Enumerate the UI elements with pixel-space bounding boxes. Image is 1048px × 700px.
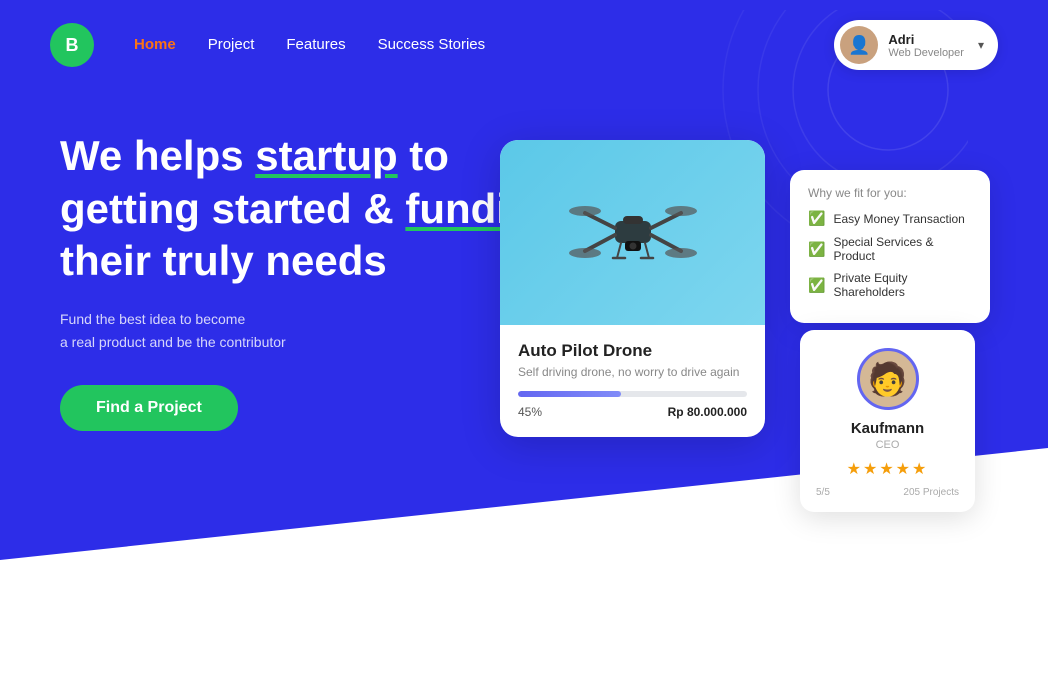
why-fit-title: Why we fit for you:	[808, 186, 972, 200]
project-image	[500, 140, 765, 325]
avatar: 👤	[840, 26, 878, 64]
nav-home[interactable]: Home	[134, 36, 176, 53]
nav-links: Home Project Features Success Stories	[134, 36, 834, 54]
progress-percent: 45%	[518, 405, 542, 419]
nav-features[interactable]: Features	[286, 36, 345, 53]
person-avatar: 🧑	[857, 348, 919, 410]
drone-illustration	[563, 163, 703, 303]
navbar: B Home Project Features Success Stories …	[0, 0, 1048, 90]
person-name: Kaufmann	[816, 420, 959, 437]
hero-section: We helps startup togetting started & fun…	[60, 130, 559, 431]
project-title: Auto Pilot Drone	[518, 341, 747, 361]
chevron-down-icon: ▾	[978, 38, 984, 52]
person-role: CEO	[816, 439, 959, 451]
project-card: Auto Pilot Drone Self driving drone, no …	[500, 140, 765, 437]
check-icon-1: ✅	[808, 210, 825, 227]
user-role: Web Developer	[888, 47, 964, 59]
user-badge[interactable]: 👤 Adri Web Developer ▾	[834, 20, 998, 70]
logo[interactable]: B	[50, 23, 94, 67]
find-project-button[interactable]: Find a Project	[60, 385, 238, 431]
why-fit-item-3: ✅ Private Equity Shareholders	[808, 271, 972, 299]
why-fit-item-2: ✅ Special Services & Product	[808, 235, 972, 263]
user-info: Adri Web Developer	[888, 32, 964, 59]
headline-suffix: their truly needs	[60, 237, 387, 284]
hero-headline: We helps startup togetting started & fun…	[60, 130, 559, 288]
why-fit-label-1: Easy Money Transaction	[833, 212, 964, 226]
person-card: 🧑 Kaufmann CEO ★★★★★ 5/5 205 Projects	[800, 330, 975, 512]
person-avatar-icon: 🧑	[868, 360, 908, 398]
user-name: Adri	[888, 32, 964, 47]
why-fit-card: Why we fit for you: ✅ Easy Money Transac…	[790, 170, 990, 323]
headline-prefix: We helps	[60, 132, 255, 179]
nav-success-stories[interactable]: Success Stories	[378, 36, 486, 53]
person-score: 5/5	[816, 487, 830, 498]
check-icon-3: ✅	[808, 277, 825, 294]
person-projects: 205 Projects	[903, 487, 959, 498]
person-stars: ★★★★★	[816, 459, 959, 479]
nav-project[interactable]: Project	[208, 36, 255, 53]
person-meta: 5/5 205 Projects	[816, 487, 959, 498]
project-meta: 45% Rp 80.000.000	[518, 405, 747, 419]
headline-startup: startup	[255, 132, 397, 179]
check-icon-2: ✅	[808, 241, 825, 258]
why-fit-label-3: Private Equity Shareholders	[833, 271, 972, 299]
progress-fill	[518, 391, 621, 397]
project-description: Self driving drone, no worry to drive ag…	[518, 365, 747, 379]
why-fit-item-1: ✅ Easy Money Transaction	[808, 210, 972, 227]
hero-subtitle: Fund the best idea to become a real prod…	[60, 308, 559, 356]
project-amount: Rp 80.000.000	[668, 405, 747, 419]
why-fit-label-2: Special Services & Product	[833, 235, 972, 263]
project-card-body: Auto Pilot Drone Self driving drone, no …	[500, 325, 765, 437]
progress-bar	[518, 391, 747, 397]
